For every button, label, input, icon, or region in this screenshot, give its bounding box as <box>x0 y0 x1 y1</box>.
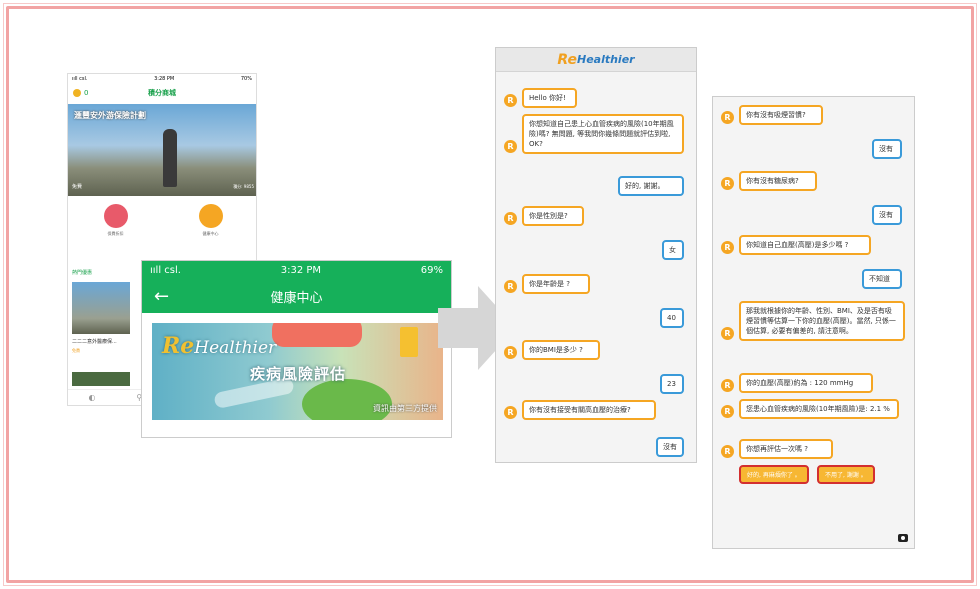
chat-header-logo: Re Healthier <box>496 48 696 72</box>
offer-caption: 二二二意外醫療保... <box>72 339 117 345</box>
risk-assessment-banner[interactable]: ReHealthier 疾病風險評估 資訊由第三方提供 <box>152 323 443 420</box>
phone-health-center: ııll csl. 3:32 PM 69% ← 健康中心 ReHealthier… <box>141 260 452 438</box>
bot-avatar-icon: R <box>721 405 734 418</box>
shortcut-label: 健康中心 <box>202 231 219 236</box>
status-bar: ııll csl. 3:32 PM 69% <box>142 261 451 279</box>
hiker-figure <box>163 129 177 187</box>
shoes-image <box>272 323 362 347</box>
hero-banner[interactable]: 滙豐安外游保險計劃 免費 積分: 9855 <box>68 104 256 196</box>
status-time: 3:28 PM <box>154 76 175 82</box>
battery: 70% <box>240 76 252 82</box>
user-message: 沒有 <box>656 437 684 458</box>
battery: 69% <box>420 264 443 276</box>
bot-avatar-icon: R <box>504 94 517 107</box>
user-message: 不知道 <box>862 269 902 290</box>
camera-icon[interactable] <box>898 534 908 542</box>
user-message: 沒有 <box>872 205 902 226</box>
health-center-shortcut[interactable]: 健康中心 <box>198 204 223 237</box>
user-message: 40 <box>660 308 684 329</box>
status-bar: ııll csl. 3:28 PM 70% <box>68 74 256 84</box>
hero-points: 積分: 9855 <box>233 184 254 189</box>
bot-avatar-icon: R <box>721 379 734 392</box>
offer-thumbnail-2[interactable] <box>72 372 130 386</box>
bot-avatar-icon: R <box>504 140 517 153</box>
bot-avatar-icon: R <box>504 406 517 419</box>
bot-message: 你是性別是? <box>522 206 584 227</box>
bot-message: 你知道自己血壓(高壓)是多少嗎 ? <box>739 235 871 256</box>
bot-message: Hello 你好! <box>522 88 577 109</box>
juice-image <box>400 327 418 357</box>
user-message: 女 <box>662 240 684 261</box>
banner-subtitle: 疾病風險評估 <box>250 365 347 383</box>
bot-message: 你想再評估一次嗎 ? <box>739 439 833 460</box>
offer-thumbnail[interactable] <box>72 282 130 334</box>
bot-message: 你的BMI是多少 ? <box>522 340 600 361</box>
user-message: 23 <box>660 374 684 395</box>
bot-message: 你的血壓(高壓)約為 : 120 mmHg <box>739 373 873 394</box>
bot-message: 你想知道自己患上心血管疾病的風險(10年期風險)嗎? 無問題, 等我問你幾條問題… <box>522 114 684 155</box>
bot-message: 你是年齡是 ? <box>522 274 590 295</box>
quick-reply-no-button[interactable]: 不用了, 謝謝 。 <box>817 465 875 484</box>
quick-reply-yes-button[interactable]: 好的, 再麻煩你了 。 <box>739 465 809 484</box>
premium-discount-shortcut[interactable]: 保費折扣 <box>103 204 128 237</box>
chat-window-2: 你有沒有吸煙習慣? R 沒有 你有沒有糖尿病? R 沒有 你知道自己血壓(高壓)是多少嗎 ?… <box>712 96 915 549</box>
bot-message: 您患心血管疾病的風險(10年期風險)是: 2.1 % <box>739 399 899 420</box>
shortcut-icons: 保費折扣 健康中心 <box>68 204 256 237</box>
nav-bar: ← 健康中心 <box>142 279 451 313</box>
carrier: ııll csl. <box>72 76 88 82</box>
shortcut-label: 保費折扣 <box>107 231 124 236</box>
lungs-icon <box>198 204 223 228</box>
section-title: 熱門優惠 <box>72 270 93 276</box>
bot-message: 你有沒有接受有關高血壓的治療? <box>522 400 656 421</box>
bot-message: 你有沒有吸煙習慣? <box>739 105 823 126</box>
status-time: 3:32 PM <box>280 264 322 276</box>
bot-avatar-icon: R <box>721 177 734 190</box>
hero-text: 滙豐安外游保險計劃 <box>74 111 146 120</box>
discount-icon <box>103 204 128 228</box>
bot-avatar-icon: R <box>721 327 734 340</box>
user-message: 好的, 謝謝。 <box>618 176 684 197</box>
offer-tag: 免費 <box>72 348 80 353</box>
bot-avatar-icon: R <box>721 241 734 254</box>
page-title: 積分商城 <box>148 89 176 97</box>
nav-bar: 0 積分商城 <box>68 84 256 102</box>
bot-message: 那我就根據你的年齡、性別、BMI、及是否有吸煙習慣等估算一下你的血壓(高壓)。當… <box>739 301 905 342</box>
bot-avatar-icon: R <box>721 111 734 124</box>
bot-avatar-icon: R <box>504 346 517 359</box>
rehealthier-logo: ReHealthier <box>162 333 277 359</box>
bot-avatar-icon: R <box>504 212 517 225</box>
carrier: ııll csl. <box>150 264 181 276</box>
header: ııll csl. 3:32 PM 69% ← 健康中心 <box>142 261 451 313</box>
bot-message: 你有沒有糖尿病? <box>739 171 817 192</box>
user-message: 沒有 <box>872 139 902 160</box>
bot-avatar-icon: R <box>721 445 734 458</box>
chat-window-1: Re Healthier Hello 你好! R 你想知道自己患上心血管疾病的風險(1… <box>495 47 697 463</box>
banner-footer: 資訊由第三方提供 <box>373 404 437 413</box>
home-tab-icon[interactable]: ◐ <box>88 393 95 402</box>
page-title: 健康中心 <box>270 290 323 306</box>
hero-tag: 免費 <box>72 184 83 190</box>
bot-avatar-icon: R <box>504 280 517 293</box>
